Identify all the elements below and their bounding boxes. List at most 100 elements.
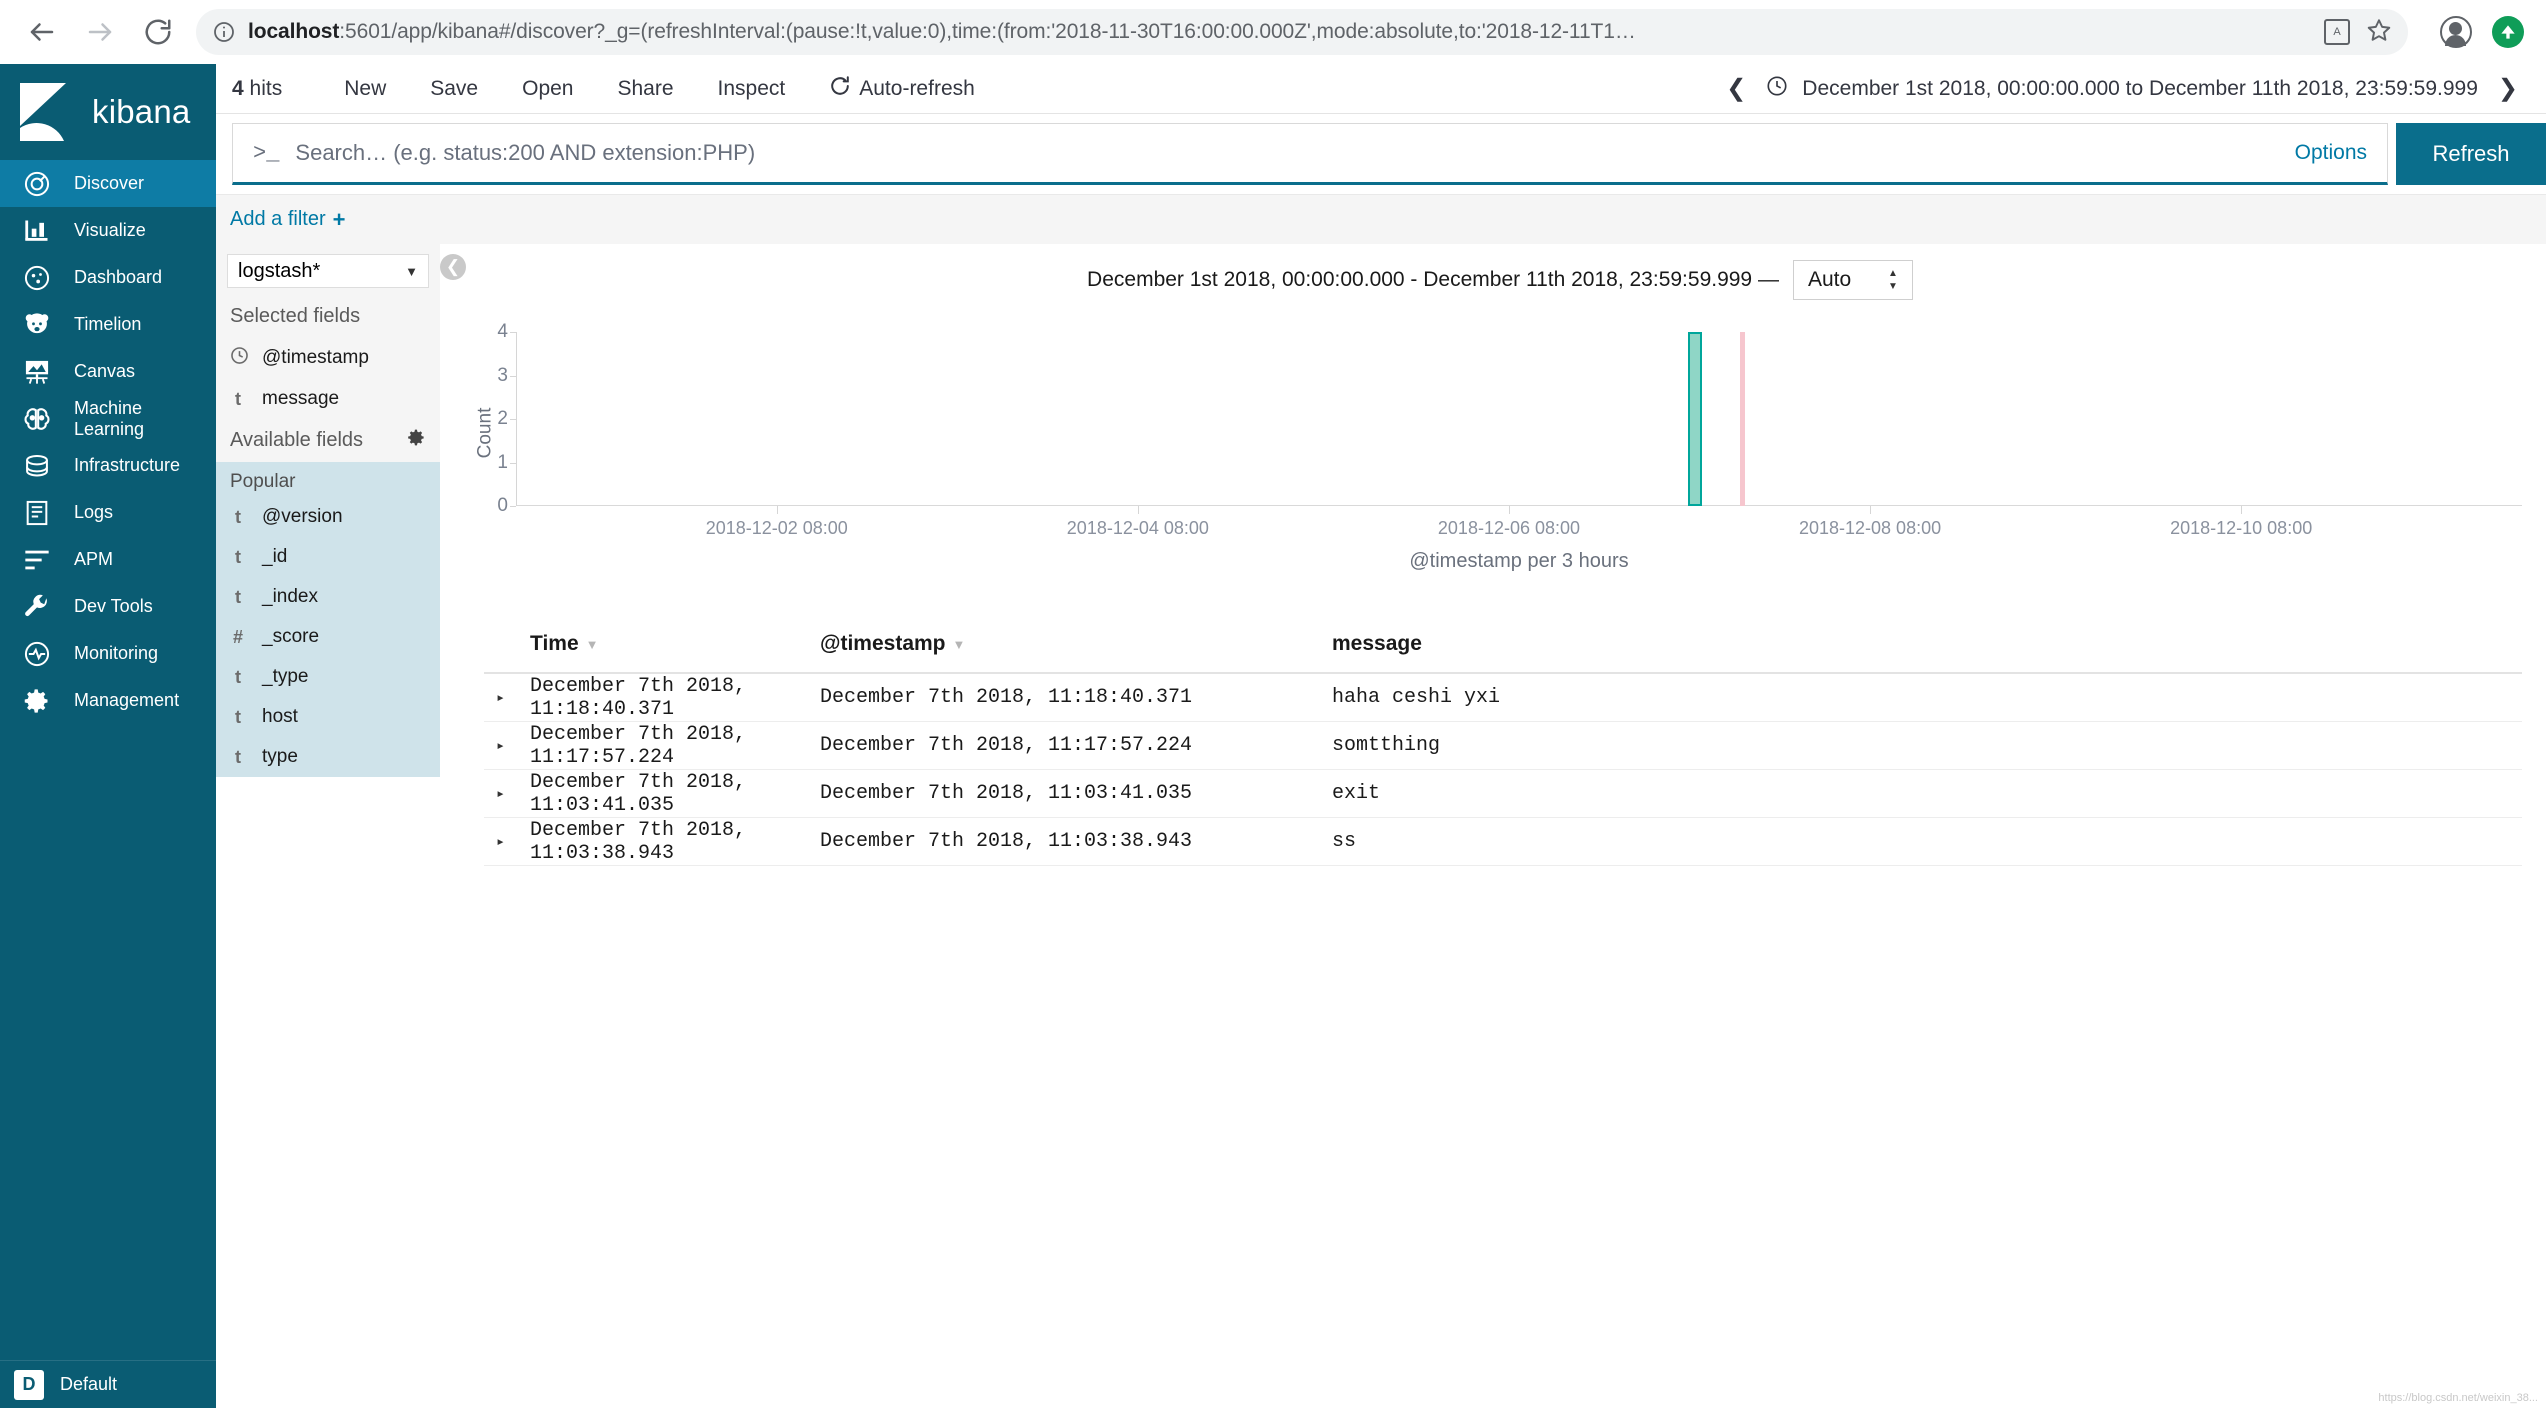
query-options-button[interactable]: Options <box>2275 141 2367 165</box>
clock-icon <box>230 346 248 370</box>
chart-plot-area[interactable]: 4 3 2 1 0 2018-12-02 08:00 2018-12-04 08… <box>497 321 2522 572</box>
update-arrow-icon[interactable] <box>2492 16 2524 48</box>
histogram-bar[interactable] <box>1687 332 1702 506</box>
y-tick-label: 3 <box>497 364 508 386</box>
column-header-label: @timestamp <box>820 632 946 655</box>
browser-toolbar: localhost:5601/app/kibana#/discover?_g=(… <box>0 0 2546 64</box>
column-header-time[interactable]: Time ▼ <box>530 632 820 656</box>
field-item-timestamp[interactable]: @timestamp <box>216 337 440 379</box>
sidebar-item-infrastructure[interactable]: Infrastructure <box>0 442 216 489</box>
refresh-button[interactable]: Refresh <box>2396 123 2546 185</box>
clock-icon <box>1766 75 1788 103</box>
field-name: message <box>262 388 340 409</box>
expand-row-icon[interactable]: ▸ <box>484 832 530 851</box>
plot-frame <box>516 332 2522 506</box>
expand-row-icon[interactable]: ▸ <box>484 688 530 707</box>
table-row[interactable]: ▸ December 7th 2018, 11:03:41.035 Decemb… <box>484 770 2522 818</box>
field-item-type[interactable]: t type <box>216 737 440 777</box>
reload-icon[interactable] <box>138 12 178 52</box>
profile-avatar-icon[interactable] <box>2440 16 2472 48</box>
field-item-index[interactable]: t _index <box>216 577 440 617</box>
sidebar-item-label: Visualize <box>74 220 146 240</box>
sidebar-item-label: Logs <box>74 502 114 522</box>
address-bar[interactable]: localhost:5601/app/kibana#/discover?_g=(… <box>196 9 2408 55</box>
expand-column-header <box>484 632 530 656</box>
table-row[interactable]: ▸ December 7th 2018, 11:17:57.224 Decemb… <box>484 722 2522 770</box>
sidebar-item-monitoring[interactable]: Monitoring <box>0 630 216 677</box>
field-item-type-underscore[interactable]: t _type <box>216 657 440 697</box>
documents-table: Time ▼ @timestamp ▼ message ▸ December 7… <box>484 632 2522 866</box>
field-item-score[interactable]: # _score <box>216 617 440 657</box>
time-picker[interactable]: ❮ December 1st 2018, 00:00:00.000 to Dec… <box>1720 74 2546 103</box>
sidebar-space-selector[interactable]: D Default <box>0 1360 216 1408</box>
open-button[interactable]: Open <box>500 77 595 101</box>
field-item-id[interactable]: t _id <box>216 537 440 577</box>
time-range-label[interactable]: December 1st 2018, 00:00:00.000 to Decem… <box>1802 77 2478 101</box>
add-filter-button[interactable]: Add a filter + <box>230 207 345 233</box>
sort-caret-icon[interactable]: ▼ <box>953 637 966 652</box>
sidebar-item-logs[interactable]: Logs <box>0 489 216 536</box>
field-item-version[interactable]: t @version <box>216 497 440 537</box>
save-button[interactable]: Save <box>408 77 500 101</box>
y-tick-label: 4 <box>497 321 508 342</box>
sidebar-item-dev-tools[interactable]: Dev Tools <box>0 583 216 630</box>
field-item-host[interactable]: t host <box>216 697 440 737</box>
sidebar-item-dashboard[interactable]: Dashboard <box>0 254 216 301</box>
sidebar-item-visualize[interactable]: Visualize <box>0 207 216 254</box>
table-row[interactable]: ▸ December 7th 2018, 11:03:38.943 Decemb… <box>484 818 2522 866</box>
histogram-chart: Count 4 3 2 1 0 2018-12-02 08:00 2018-12… <box>454 318 2522 572</box>
translate-icon[interactable]: A <box>2324 19 2350 45</box>
sidebar-item-label: Canvas <box>74 361 136 381</box>
x-tick-label: 2018-12-04 08:00 <box>1066 518 1209 538</box>
new-button[interactable]: New <box>322 77 408 101</box>
chevron-left-circle-icon[interactable]: ❮ <box>440 254 466 280</box>
url-host: localhost <box>248 20 340 43</box>
x-axis-title: @timestamp per 3 hours <box>1409 550 1629 572</box>
back-arrow-icon[interactable] <box>22 12 62 52</box>
sidebar-item-machine-learning[interactable]: Machine Learning <box>0 395 216 442</box>
sidebar-item-apm[interactable]: APM <box>0 536 216 583</box>
kibana-app: kibana Discover Visualize Dashboard Time… <box>0 64 2546 1408</box>
chevron-left-icon[interactable]: ❮ <box>1720 74 1752 103</box>
field-name: host <box>262 706 298 727</box>
inspect-button[interactable]: Inspect <box>696 77 808 101</box>
sidebar-item-timelion[interactable]: Timelion <box>0 301 216 348</box>
timelion-bear-icon <box>22 310 52 340</box>
auto-refresh-button[interactable]: Auto-refresh <box>807 75 997 103</box>
site-info-icon[interactable] <box>212 20 236 44</box>
column-header-timestamp[interactable]: @timestamp ▼ <box>820 632 1332 656</box>
sidebar-item-management[interactable]: Management <box>0 677 216 724</box>
sidebar-item-discover[interactable]: Discover <box>0 160 216 207</box>
expand-row-icon[interactable]: ▸ <box>484 784 530 803</box>
prompt-icon: >_ <box>253 140 280 166</box>
field-item-message[interactable]: t message <box>216 379 440 419</box>
cell-time: December 7th 2018, 11:03:38.943 <box>530 818 747 865</box>
sidebar-item-label: Machine Learning <box>74 397 145 439</box>
interval-select[interactable]: Auto ▲ ▼ <box>1792 260 1913 300</box>
discover-top-nav: 4 hits New Save Open Share Inspect Auto-… <box>216 64 2546 114</box>
index-pattern-select[interactable]: logstash* ▼ <box>227 254 429 288</box>
column-header-message[interactable]: message <box>1332 632 2522 656</box>
kibana-logo[interactable]: kibana <box>0 64 216 160</box>
expand-row-icon[interactable]: ▸ <box>484 736 530 755</box>
sidebar-item-canvas[interactable]: Canvas <box>0 348 216 395</box>
index-pattern-value: logstash* <box>238 259 321 282</box>
y-tick-label: 2 <box>497 408 508 429</box>
available-fields-header: Available fields <box>216 419 440 462</box>
interval-value: Auto <box>1807 268 1852 291</box>
y-axis-title: Count <box>474 407 496 459</box>
table-row[interactable]: ▸ December 7th 2018, 11:18:40.371 Decemb… <box>484 674 2522 722</box>
hits-count: 4 <box>232 76 244 100</box>
search-input[interactable]: >_ Search… (e.g. status:200 AND extensio… <box>232 123 2388 185</box>
cell-time: December 7th 2018, 11:03:41.035 <box>530 770 747 817</box>
gear-icon[interactable] <box>407 428 426 453</box>
cell-time: December 7th 2018, 11:18:40.371 <box>530 674 747 721</box>
selected-fields-title: Selected fields <box>230 305 361 327</box>
chevron-right-icon[interactable]: ❯ <box>2492 74 2524 103</box>
sort-caret-icon[interactable]: ▼ <box>586 637 599 652</box>
share-button[interactable]: Share <box>595 77 695 101</box>
compass-icon <box>22 169 52 199</box>
x-tick-label: 2018-12-10 08:00 <box>2170 518 2313 538</box>
hits-label: hits <box>249 76 283 100</box>
star-icon[interactable] <box>2366 17 2392 48</box>
